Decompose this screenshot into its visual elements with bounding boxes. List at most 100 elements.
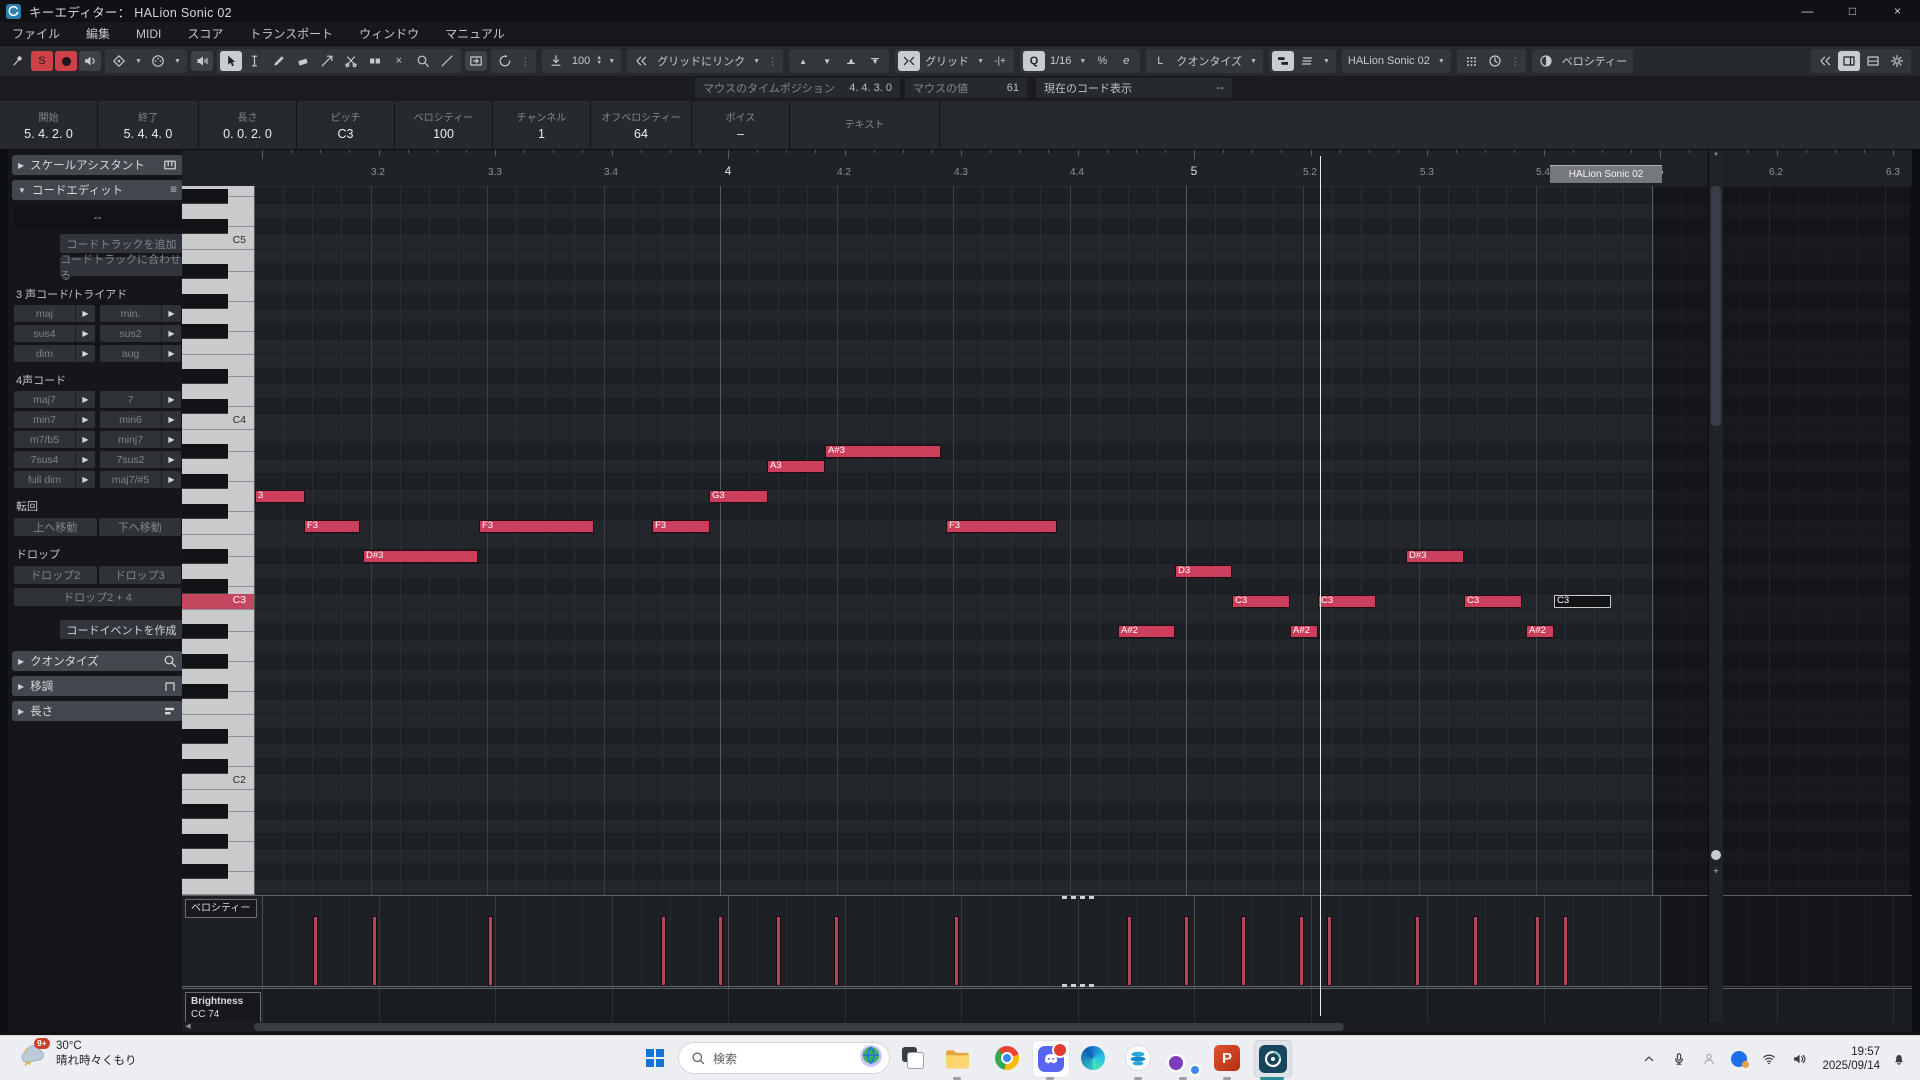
quantize-dropdown-icon[interactable]: ▼	[1075, 58, 1090, 65]
expand-icon[interactable]: ▶	[18, 707, 24, 716]
chord-sus2-button[interactable]: sus2 ▶	[100, 325, 181, 342]
move-down-button[interactable]: ▼	[816, 51, 838, 71]
step-input-dropdown-icon[interactable]: ▼	[131, 58, 146, 65]
pin-icon[interactable]	[7, 51, 29, 71]
chord-dim-apply-icon[interactable]: ▶	[75, 345, 95, 362]
cubase-taskbar-icon[interactable]	[1254, 1040, 1292, 1078]
midi-note[interactable]: A#2	[1526, 624, 1554, 638]
maximize-button[interactable]: □	[1830, 0, 1875, 22]
chord-fulldim-button[interactable]: full dim ▶	[14, 471, 95, 488]
velocity-bar[interactable]	[372, 916, 377, 986]
section-transpose[interactable]: ▶ 移調	[12, 676, 183, 696]
chord-dim-button[interactable]: dim ▶	[14, 345, 95, 362]
menu-file[interactable]: ファイル	[12, 25, 60, 42]
file-explorer-icon[interactable]	[939, 1040, 975, 1076]
chord-fulldim-apply-icon[interactable]: ▶	[75, 471, 95, 488]
chord-min7-apply-icon[interactable]: ▶	[75, 411, 95, 428]
vscroll-up-arrow[interactable]: ▼	[1711, 152, 1721, 160]
event-colors-value[interactable]: ベロシティー	[1558, 53, 1631, 69]
midi-note[interactable]: F3	[652, 519, 710, 533]
midi-note[interactable]: C3	[1232, 594, 1290, 608]
zoom-tool[interactable]	[412, 51, 434, 71]
midi-note[interactable]: C3	[1464, 594, 1522, 608]
hidden-icons-chevron[interactable]	[1634, 1052, 1664, 1066]
chord-aug-button[interactable]: aug ▶	[100, 345, 181, 362]
chord-aug-apply-icon[interactable]: ▶	[161, 345, 181, 362]
lane-resize-handle[interactable]	[1062, 984, 1096, 987]
chord-sus4-apply-icon[interactable]: ▶	[75, 325, 95, 342]
grid-settings-icon[interactable]	[1460, 51, 1482, 71]
drop2-button[interactable]: ドロップ2	[14, 566, 97, 584]
part-name-flag[interactable]: HALion Sonic 02	[1550, 165, 1662, 183]
insert-velocity-dropdown-icon[interactable]: ▼	[604, 58, 619, 65]
monitor-button[interactable]	[190, 51, 213, 71]
midi-note[interactable]: F3	[946, 519, 1057, 533]
inversion-down-button[interactable]: 下へ移動	[98, 518, 181, 536]
midi-note[interactable]: A#2	[1290, 624, 1318, 638]
menu-window[interactable]: ウィンドウ	[359, 25, 419, 42]
step-input-button[interactable]	[108, 51, 130, 71]
move-up-button[interactable]: ▲	[792, 51, 814, 71]
velocity-bar[interactable]	[1535, 916, 1540, 986]
info-pitch-value[interactable]: C3	[338, 127, 354, 141]
midi-note[interactable]: D#3	[1406, 549, 1464, 563]
move-up-octave-button[interactable]: ▲	[840, 51, 862, 71]
velocity-bar[interactable]	[1415, 916, 1420, 986]
menu-transport[interactable]: トランスポート	[249, 25, 333, 42]
chord-min-button[interactable]: min. ▶	[100, 305, 181, 322]
chord-7-apply-icon[interactable]: ▶	[161, 391, 181, 408]
velocity-bar[interactable]	[1299, 916, 1304, 986]
info-channel-value[interactable]: 1	[538, 127, 545, 141]
drop24-button[interactable]: ドロップ2 + 4	[14, 588, 181, 606]
chord-maj7s5-apply-icon[interactable]: ▶	[161, 471, 181, 488]
expand-icon[interactable]: ▶	[18, 682, 24, 691]
piano-black-key[interactable]	[182, 293, 228, 309]
weather-widget[interactable]: 9+ 30°C 晴れ時々くもり	[18, 1037, 137, 1069]
relative-grid-button[interactable]: -|+	[989, 51, 1011, 71]
onedrive-tray-icon[interactable]	[1724, 1050, 1754, 1068]
length-quantize-icon[interactable]: L	[1149, 51, 1171, 71]
piano-black-key[interactable]	[182, 218, 228, 234]
horizontal-scrollbar[interactable]: ◀	[182, 1022, 1912, 1032]
velocity-lane-header[interactable]: ベロシティー	[185, 899, 257, 918]
minimize-button[interactable]: —	[1785, 0, 1830, 22]
menu-midi[interactable]: MIDI	[136, 27, 161, 41]
piano-black-key[interactable]	[182, 368, 228, 384]
note-display-dropdown-icon[interactable]: ▼	[1319, 58, 1334, 65]
edited-part-value[interactable]: HALion Sonic 02	[1344, 55, 1434, 67]
zoom-slider-dot[interactable]	[1711, 850, 1721, 860]
velocity-bar[interactable]	[1184, 916, 1189, 986]
midi-input-dropdown-icon[interactable]: ▼	[170, 58, 185, 65]
chord-sus4-button[interactable]: sus4 ▶	[14, 325, 95, 342]
midi-note[interactable]: D#3	[363, 549, 478, 563]
more-options-icon[interactable]: ⋮	[1507, 55, 1524, 68]
menu-score[interactable]: スコア	[187, 25, 223, 42]
midi-input-button[interactable]	[147, 51, 169, 71]
move-down-octave-button[interactable]: ▼	[864, 51, 886, 71]
section-length[interactable]: ▶ 長さ	[12, 701, 183, 721]
menu-manual[interactable]: マニュアル	[445, 25, 505, 42]
hscroll-thumb[interactable]	[254, 1023, 1344, 1031]
snap-type-value[interactable]: グリッド	[921, 53, 973, 69]
midi-note[interactable]: F3	[304, 519, 360, 533]
hscroll-left-arrow[interactable]: ◀	[182, 1022, 194, 1032]
object-selection-tool[interactable]	[219, 51, 242, 71]
length-quantize-dropdown-icon[interactable]: ▼	[1246, 58, 1261, 65]
length-link-options-icon[interactable]: ⋮	[764, 55, 781, 68]
midi-note[interactable]: A#2	[1118, 624, 1175, 638]
chord-m7b5-button[interactable]: m7/b5 ▶	[14, 431, 95, 448]
section-scale-assistant[interactable]: ▶ スケールアシスタント	[12, 155, 183, 175]
chord-minj7-apply-icon[interactable]: ▶	[161, 431, 181, 448]
chord-7sus4-button[interactable]: 7sus4 ▶	[14, 451, 95, 468]
solo-editor-button[interactable]: S	[31, 51, 53, 71]
task-view-button[interactable]	[895, 1040, 931, 1076]
piano-black-key[interactable]	[182, 863, 228, 879]
loop-options-icon[interactable]: ⋮	[517, 55, 534, 68]
vscroll-thumb[interactable]	[1711, 186, 1721, 426]
midi-clock-icon[interactable]	[1484, 51, 1506, 71]
chord-min6-button[interactable]: min6 ▶	[100, 411, 181, 428]
velocity-bar[interactable]	[1327, 916, 1332, 986]
piano-black-key[interactable]	[182, 578, 228, 594]
piano-black-key[interactable]	[182, 503, 228, 519]
section-chord-edit[interactable]: ▼ コードエディット ≡	[12, 180, 183, 200]
